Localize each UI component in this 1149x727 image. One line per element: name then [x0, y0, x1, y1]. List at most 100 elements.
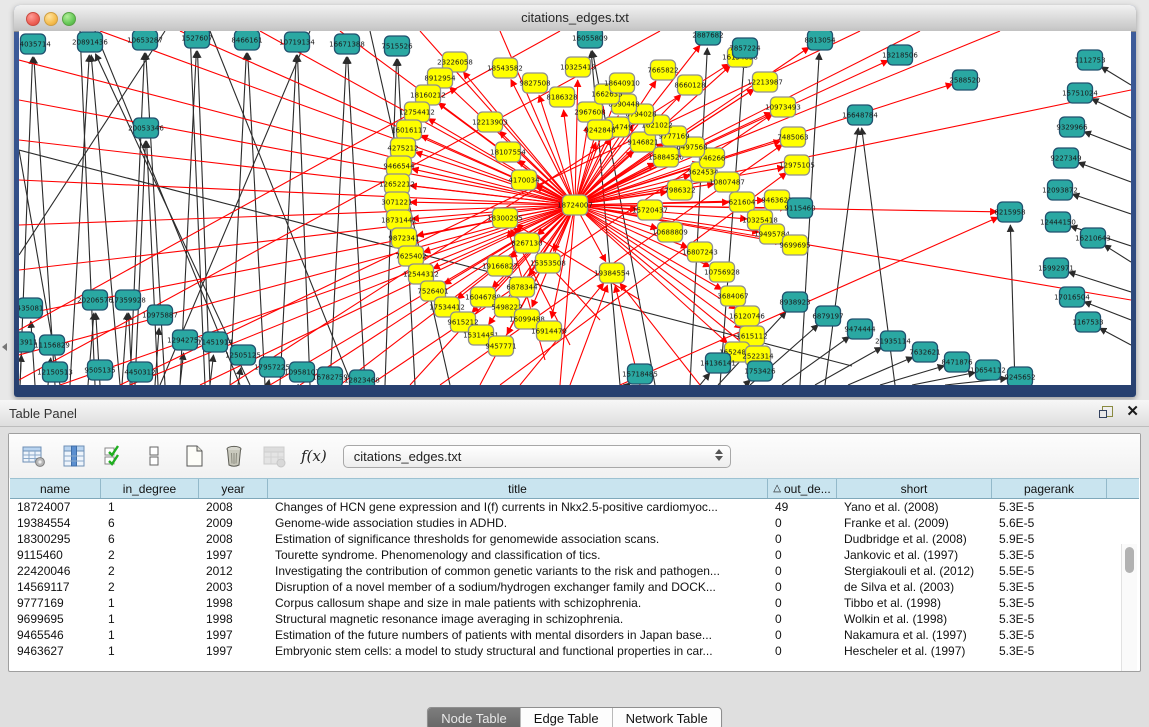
table-row[interactable]: 977716911998Corpus callosum shape and si… [10, 595, 1139, 611]
table-cell[interactable]: 0 [768, 612, 837, 626]
table-cell[interactable]: 1997 [199, 644, 268, 658]
table-row[interactable]: 969969511998Structural magnetic resonanc… [10, 611, 1139, 627]
table-cell[interactable]: 49 [768, 500, 837, 514]
table-cell[interactable]: 9777169 [10, 596, 101, 610]
table-cell[interactable]: Wolkin et al. (1998) [837, 612, 992, 626]
table-cell[interactable]: 18300295 [10, 532, 101, 546]
table-cell[interactable]: 5.9E-5 [992, 532, 1107, 546]
table-cell[interactable]: 2008 [199, 500, 268, 514]
table-cell[interactable]: 19384554 [10, 516, 101, 530]
black-edge[interactable] [815, 347, 882, 385]
collapse-arrow-icon[interactable] [2, 343, 7, 351]
table-cell[interactable]: Tourette syndrome. Phenomenology and cla… [268, 548, 768, 562]
table-cell[interactable]: 5.3E-5 [992, 644, 1107, 658]
tab-network-table[interactable]: Network Table [612, 708, 721, 727]
table-cell[interactable]: 2009 [199, 516, 268, 530]
table-cell[interactable]: Jankovic et al. (1997) [837, 548, 992, 562]
function-builder-icon[interactable]: f(x) [301, 447, 327, 465]
column-header-in_degree[interactable]: in_degree [101, 479, 199, 498]
black-edge[interactable] [20, 355, 21, 385]
table-cell[interactable]: Estimation of significance thresholds fo… [268, 532, 768, 546]
table-cell[interactable]: 5.3E-5 [992, 500, 1107, 514]
black-edge[interactable] [700, 373, 710, 385]
table-cell[interactable]: de Silva et al. (2003) [837, 580, 992, 594]
table-cell[interactable]: 2012 [199, 564, 268, 578]
table-cell[interactable]: 1 [101, 644, 199, 658]
table-cell[interactable]: 0 [768, 580, 837, 594]
table-cell[interactable]: Genome-wide association studies in ADHD. [268, 516, 768, 530]
table-cell[interactable]: Hescheler et al. (1997) [837, 644, 992, 658]
table-cell[interactable]: 6 [101, 516, 199, 530]
table-cell[interactable]: 5.6E-5 [992, 516, 1107, 530]
table-cell[interactable]: Tibbo et al. (1998) [837, 596, 992, 610]
table-row[interactable]: 2242004622012Investigating the contribut… [10, 563, 1139, 579]
table-row[interactable]: 946362711997Embryonic stem cells: a mode… [10, 643, 1139, 659]
table-cell[interactable]: Yano et al. (2008) [837, 500, 992, 514]
table-cell[interactable]: 1998 [199, 612, 268, 626]
table-cell[interactable]: 0 [768, 532, 837, 546]
table-row[interactable]: 1938455462009Genome-wide association stu… [10, 515, 1139, 531]
column-header-name[interactable]: name [10, 479, 101, 498]
table-cell[interactable]: 2 [101, 580, 199, 594]
black-edge[interactable] [1099, 328, 1131, 345]
table-cell[interactable]: 2 [101, 548, 199, 562]
black-edge[interactable] [1092, 99, 1131, 118]
table-cell[interactable]: 0 [768, 548, 837, 562]
black-edge[interactable] [330, 57, 346, 385]
table-cell[interactable]: 5.3E-5 [992, 628, 1107, 642]
table-cell[interactable]: Stergiakouli et al. (2012) [837, 564, 992, 578]
table-cell[interactable]: 2003 [199, 580, 268, 594]
black-edge[interactable] [230, 53, 246, 385]
scrollbar-thumb[interactable] [1125, 547, 1134, 573]
table-cell[interactable]: 2008 [199, 532, 268, 546]
window-titlebar[interactable]: citations_edges.txt [14, 5, 1136, 32]
black-edge[interactable] [1078, 163, 1131, 182]
clear-selection-icon[interactable] [141, 443, 167, 469]
table-cell[interactable]: 0 [768, 596, 837, 610]
table-cell[interactable]: 1997 [199, 628, 268, 642]
black-edge[interactable] [147, 141, 158, 385]
table-panel-titlebar[interactable]: Table Panel ✕ [0, 400, 1149, 427]
table-cell[interactable]: Embryonic stem cells: a model to study s… [268, 644, 768, 658]
black-edge[interactable] [800, 53, 819, 385]
table-cell[interactable]: 2 [101, 564, 199, 578]
table-cell[interactable]: 5.3E-5 [992, 596, 1107, 610]
red-edge[interactable] [19, 31, 560, 330]
new-column-icon[interactable] [181, 443, 207, 469]
black-edge[interactable] [690, 48, 707, 385]
column-header-title[interactable]: title [268, 479, 768, 498]
table-cell[interactable]: 0 [768, 564, 837, 578]
column-header-short[interactable]: short [837, 479, 992, 498]
table-header-row[interactable]: namein_degreeyeartitle△out_de...shortpag… [10, 478, 1139, 499]
close-panel-icon[interactable]: ✕ [1126, 404, 1139, 420]
column-header-year[interactable]: year [199, 479, 268, 498]
column-header-pagerank[interactable]: pagerank [992, 479, 1107, 498]
table-select-dropdown[interactable]: citations_edges.txt [343, 445, 731, 468]
red-edge[interactable] [340, 205, 575, 385]
delete-column-icon[interactable] [221, 443, 247, 469]
vertical-scrollbar[interactable] [1121, 544, 1137, 671]
black-edge[interactable] [782, 337, 849, 385]
table-cell[interactable]: 5.3E-5 [992, 548, 1107, 562]
table-cell[interactable]: Nakamura et al. (1997) [837, 628, 992, 642]
float-panel-icon[interactable] [1099, 406, 1113, 420]
black-edge[interactable] [268, 380, 269, 385]
black-edge[interactable] [248, 53, 265, 385]
table-cell[interactable]: 6 [101, 532, 199, 546]
black-edge[interactable] [70, 55, 89, 385]
table-cell[interactable]: 9463627 [10, 644, 101, 658]
select-all-icon[interactable] [101, 443, 127, 469]
table-cell[interactable]: 1997 [199, 548, 268, 562]
table-cell[interactable]: 1 [101, 500, 199, 514]
table-cell[interactable]: Franke et al. (2009) [837, 516, 992, 530]
table-cell[interactable]: 18724007 [10, 500, 101, 514]
black-edge[interactable] [1101, 67, 1131, 85]
table-cell[interactable]: Disruption of a novel member of a sodium… [268, 580, 768, 594]
table-cell[interactable]: 9699695 [10, 612, 101, 626]
black-edge[interactable] [1072, 194, 1131, 214]
table-row[interactable]: 1456911722003Disruption of a novel membe… [10, 579, 1139, 595]
table-cell[interactable]: 5.3E-5 [992, 612, 1107, 626]
table-cell[interactable]: Corpus callosum shape and size in male p… [268, 596, 768, 610]
table-row[interactable]: 1830029562008Estimation of significance … [10, 531, 1139, 547]
table-mode-icon[interactable] [21, 443, 47, 469]
